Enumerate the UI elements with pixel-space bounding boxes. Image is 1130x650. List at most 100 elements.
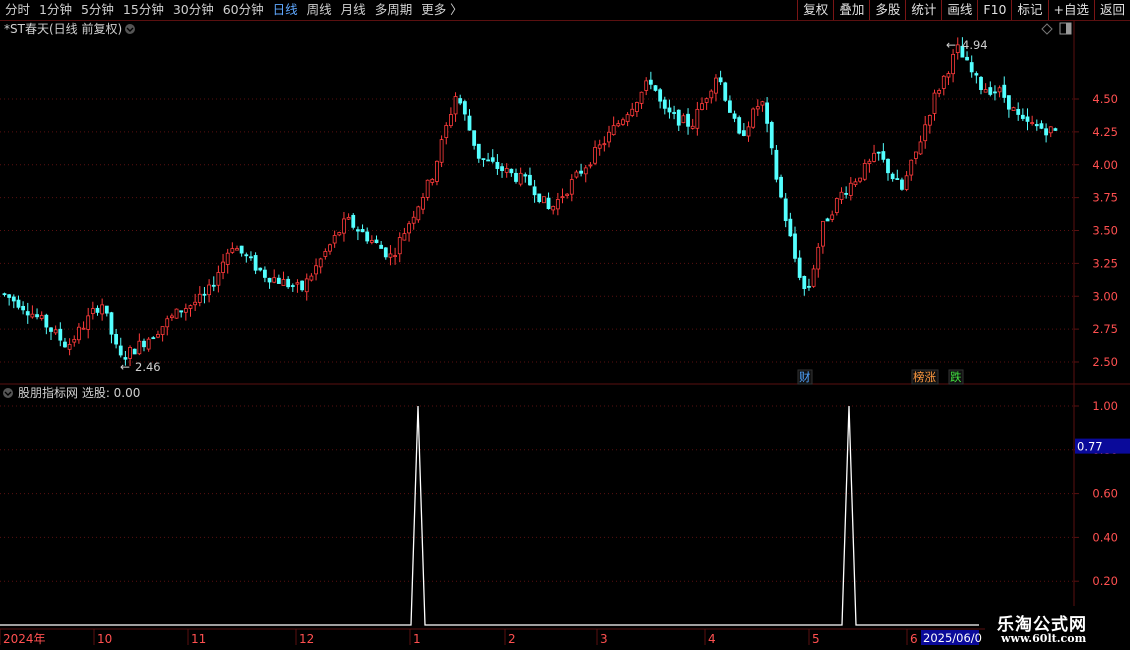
indicator-tick-label: 1.00 [1092, 399, 1118, 413]
candlestick [249, 251, 253, 261]
candle-body [39, 315, 44, 319]
candle-body [504, 168, 509, 173]
period-tab-4[interactable]: 30分钟 [170, 0, 220, 20]
candlestick [216, 265, 221, 293]
candlestick [100, 298, 105, 321]
candlestick [681, 113, 686, 124]
candlestick [383, 247, 388, 260]
candle-body [695, 108, 700, 129]
candlestick [927, 114, 932, 134]
candle-body [802, 276, 807, 289]
candlestick [551, 205, 556, 215]
candlestick [514, 168, 518, 184]
tool-button-4[interactable]: 画线 [941, 0, 977, 20]
tool-button-7[interactable]: +自选 [1047, 0, 1094, 20]
candlestick [267, 277, 272, 289]
candlestick [704, 97, 709, 110]
candle-body [728, 100, 732, 113]
period-tab-8[interactable]: 月线 [338, 0, 372, 20]
price-tick-label: 3.75 [1092, 191, 1118, 205]
candlestick [425, 179, 430, 201]
candlestick [774, 144, 779, 183]
candlestick [974, 71, 979, 84]
candlestick [369, 235, 374, 245]
candlestick [16, 295, 21, 310]
candlestick [969, 55, 974, 78]
axes: 4.50 4.25 4.00 3.75 3.50 3.25 3.00 2.75 2.50 *ST春… [0, 21, 1130, 646]
price-tick-label: 2.75 [1092, 322, 1118, 336]
tool-button-1[interactable]: 叠加 [833, 0, 869, 20]
candle-body [146, 338, 151, 350]
candle-body [453, 96, 458, 115]
candlestick [755, 99, 760, 116]
candle-body [700, 103, 704, 110]
candle-body [560, 196, 565, 199]
candle-body [444, 125, 449, 138]
candle-body [193, 301, 198, 306]
tool-button-2[interactable]: 多股 [869, 0, 905, 20]
period-tab-6[interactable]: 日线 [270, 0, 304, 20]
candlestick [635, 101, 639, 117]
candlestick [472, 130, 477, 150]
candle-body [783, 198, 788, 222]
candle-body [402, 233, 407, 241]
candlestick [221, 253, 225, 280]
period-tab-1[interactable]: 1分钟 [36, 0, 78, 20]
period-tab-9[interactable]: 多周期 [372, 0, 419, 20]
watermark: 乐淘公式网 www.60lt.com [985, 606, 1130, 650]
candle-body [290, 285, 295, 287]
candle-body [495, 161, 500, 169]
candlestick [39, 311, 44, 321]
candlestick [830, 210, 835, 223]
candle-body [225, 252, 230, 265]
period-tab-2[interactable]: 5分钟 [78, 0, 120, 20]
candle-body [955, 44, 960, 53]
candlestick [500, 163, 504, 178]
candle-body [63, 341, 67, 348]
candle-body [755, 106, 760, 110]
candlestick [1034, 119, 1039, 131]
candle-body [397, 237, 402, 255]
period-tab-5[interactable]: 60分钟 [220, 0, 270, 20]
tool-button-3[interactable]: 统计 [905, 0, 941, 20]
candlestick [728, 95, 732, 113]
candlestick [332, 230, 337, 248]
candlestick [90, 301, 95, 320]
candle-body [509, 168, 514, 174]
candle-body [295, 282, 300, 285]
period-tab-0[interactable]: 分时 [2, 0, 36, 20]
candle-body [774, 149, 779, 180]
candle-body [965, 56, 969, 61]
candlestick [486, 152, 491, 162]
event-tag: 榜涨 [913, 370, 936, 384]
stock-chart[interactable]: 4.50 4.25 4.00 3.75 3.50 3.25 3.00 2.75 2.50 *ST春… [0, 20, 1130, 650]
tool-button-0[interactable]: 复权 [797, 0, 833, 20]
tool-button-6[interactable]: 标记 [1011, 0, 1047, 20]
candle-body [853, 181, 858, 186]
candlestick [732, 110, 737, 123]
candle-body [974, 73, 979, 76]
date-label: 3 [600, 632, 608, 646]
period-tab-7[interactable]: 周线 [304, 0, 338, 20]
candle-body [221, 261, 225, 273]
tool-button-8[interactable]: 返回 [1093, 0, 1130, 20]
period-tab-3[interactable]: 15分钟 [120, 0, 170, 20]
date-label: 2024年 [3, 632, 46, 646]
candle-body [7, 294, 12, 298]
candle-body [769, 122, 774, 149]
candle-body [462, 101, 467, 115]
period-tab-10[interactable]: 更多 〉 [418, 0, 468, 20]
tool-button-5[interactable]: F10 [977, 0, 1011, 20]
candlestick [179, 310, 184, 318]
candlestick [946, 71, 951, 86]
candle-body [555, 199, 560, 210]
candle-body [276, 277, 281, 284]
candle-body [690, 125, 695, 129]
date-label: 10 [97, 632, 112, 646]
candlestick [867, 158, 872, 173]
candlestick [881, 143, 886, 163]
candlestick [207, 279, 212, 303]
candlestick [393, 247, 398, 265]
candle-body [244, 254, 249, 257]
candlestick [397, 232, 402, 263]
